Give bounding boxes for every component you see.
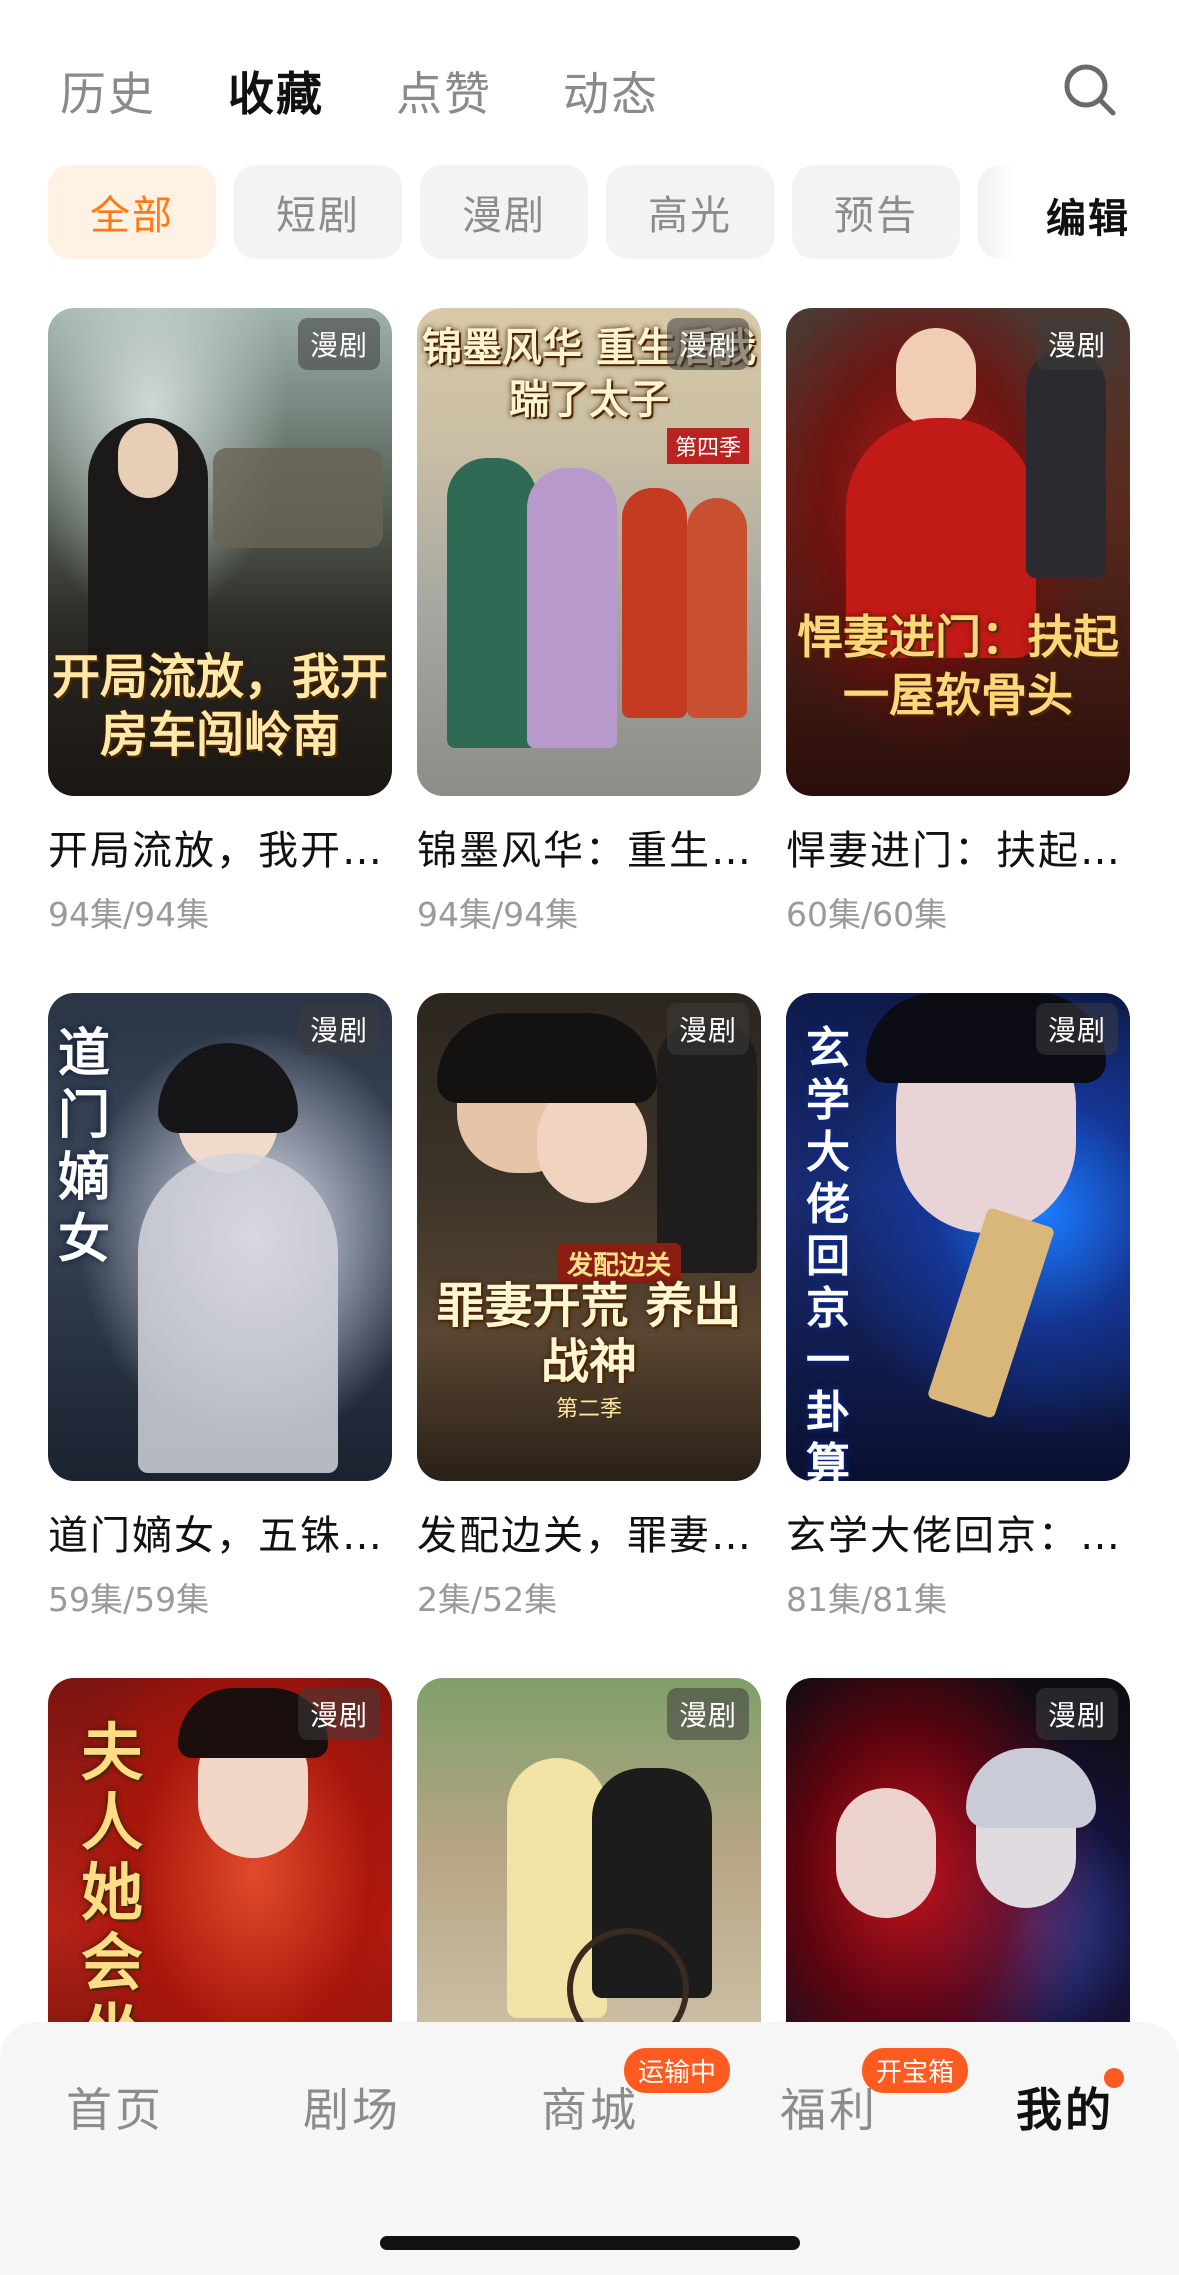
chip-short-drama[interactable]: 短剧: [234, 165, 402, 259]
search-icon: [1064, 64, 1116, 116]
top-tab-bar: 历史 收藏 点赞 动态: [0, 0, 1179, 170]
card-title: 发配边关，罪妻开荒养出战神: [417, 1513, 761, 1559]
episode-count: 2集/52集: [417, 1580, 558, 1619]
type-tag: 漫剧: [297, 318, 380, 370]
poster-title-text: 开局流放，我开房车闯岭南: [51, 649, 388, 763]
nav-profile[interactable]: 我的: [1016, 2074, 1114, 2140]
episode-count: 94集/94集: [48, 895, 210, 934]
home-indicator: [380, 2236, 800, 2250]
chip-comic-drama[interactable]: 漫剧: [420, 165, 588, 259]
type-tag: 漫剧: [666, 1003, 749, 1055]
type-tag: 漫剧: [1035, 1003, 1118, 1055]
nav-home[interactable]: 首页: [66, 2074, 164, 2140]
poster-image: 道门嫡女 漫剧: [48, 993, 392, 1481]
card-title: 道门嫡女，五铢断命: [48, 1513, 392, 1559]
type-tag: 漫剧: [1035, 1688, 1118, 1740]
type-tag: 漫剧: [297, 1688, 380, 1740]
episode-count: 59集/59集: [48, 1580, 210, 1619]
tab-favorites[interactable]: 收藏: [228, 58, 324, 124]
tab-history[interactable]: 历史: [60, 58, 156, 124]
notification-dot: [1104, 2068, 1124, 2088]
type-tag: 漫剧: [1035, 318, 1118, 370]
poster-title-text: 道门嫡女: [57, 1023, 110, 1270]
type-tag: 漫剧: [297, 1003, 380, 1055]
poster-season-text: 第四季: [667, 428, 750, 464]
poster-title-text: 夫人她会坐: [80, 1716, 143, 2068]
episode-count: 60集/60集: [786, 895, 948, 934]
chip-highlights[interactable]: 高光: [606, 165, 774, 259]
shipping-badge: 运输中: [624, 2048, 731, 2093]
chip-trailers[interactable]: 预告: [792, 165, 960, 259]
tab-activity[interactable]: 动态: [563, 58, 659, 124]
card-title: 悍妻进门：扶起一屋软骨头: [786, 828, 1130, 874]
poster-title-text: 罪妻开荒 养出战神: [436, 1278, 742, 1390]
poster-image: 发配边关 罪妻开荒 养出战神 第二季 漫剧: [417, 993, 761, 1481]
card-title: 开局流放，我开房车闯岭南: [48, 828, 392, 874]
nav-theater[interactable]: 剧场: [303, 2074, 401, 2140]
episode-count: 81集/81集: [786, 1580, 948, 1619]
poster-image: 锦墨风华 重生后我踹了太子 第四季 漫剧: [417, 308, 761, 796]
episode-count: 94集/94集: [417, 895, 579, 934]
type-tag: 漫剧: [666, 318, 749, 370]
poster-season-text: 第二季: [555, 1397, 622, 1422]
edit-button[interactable]: 编辑: [1046, 186, 1130, 244]
card-title: 锦墨风华：重生后我踹了太子: [417, 828, 761, 874]
poster-image: 悍妻进门：扶起一屋软骨头 漫剧: [786, 308, 1130, 796]
type-tag: 漫剧: [666, 1688, 749, 1740]
poster-image: 开局流放，我开房车闯岭南 漫剧: [48, 308, 392, 796]
poster-title-text: 玄学大佬回京 一卦算哭满朝文武 2: [806, 1023, 850, 1481]
tab-likes[interactable]: 点赞: [396, 58, 492, 124]
chip-all[interactable]: 全部: [48, 165, 216, 259]
card-title: 玄学大佬回京：一卦算哭满朝文武: [786, 1513, 1130, 1559]
poster-title-text: 悍妻进门：扶起一屋软骨头: [797, 610, 1119, 722]
search-button[interactable]: [1062, 62, 1118, 118]
nav-welfare[interactable]: 福利: [780, 2074, 878, 2140]
nav-mall[interactable]: 商城: [541, 2074, 639, 2140]
treasure-box-badge: 开宝箱: [862, 2048, 969, 2093]
poster-image: 玄学大佬回京 一卦算哭满朝文武 2 漫剧: [786, 993, 1130, 1481]
